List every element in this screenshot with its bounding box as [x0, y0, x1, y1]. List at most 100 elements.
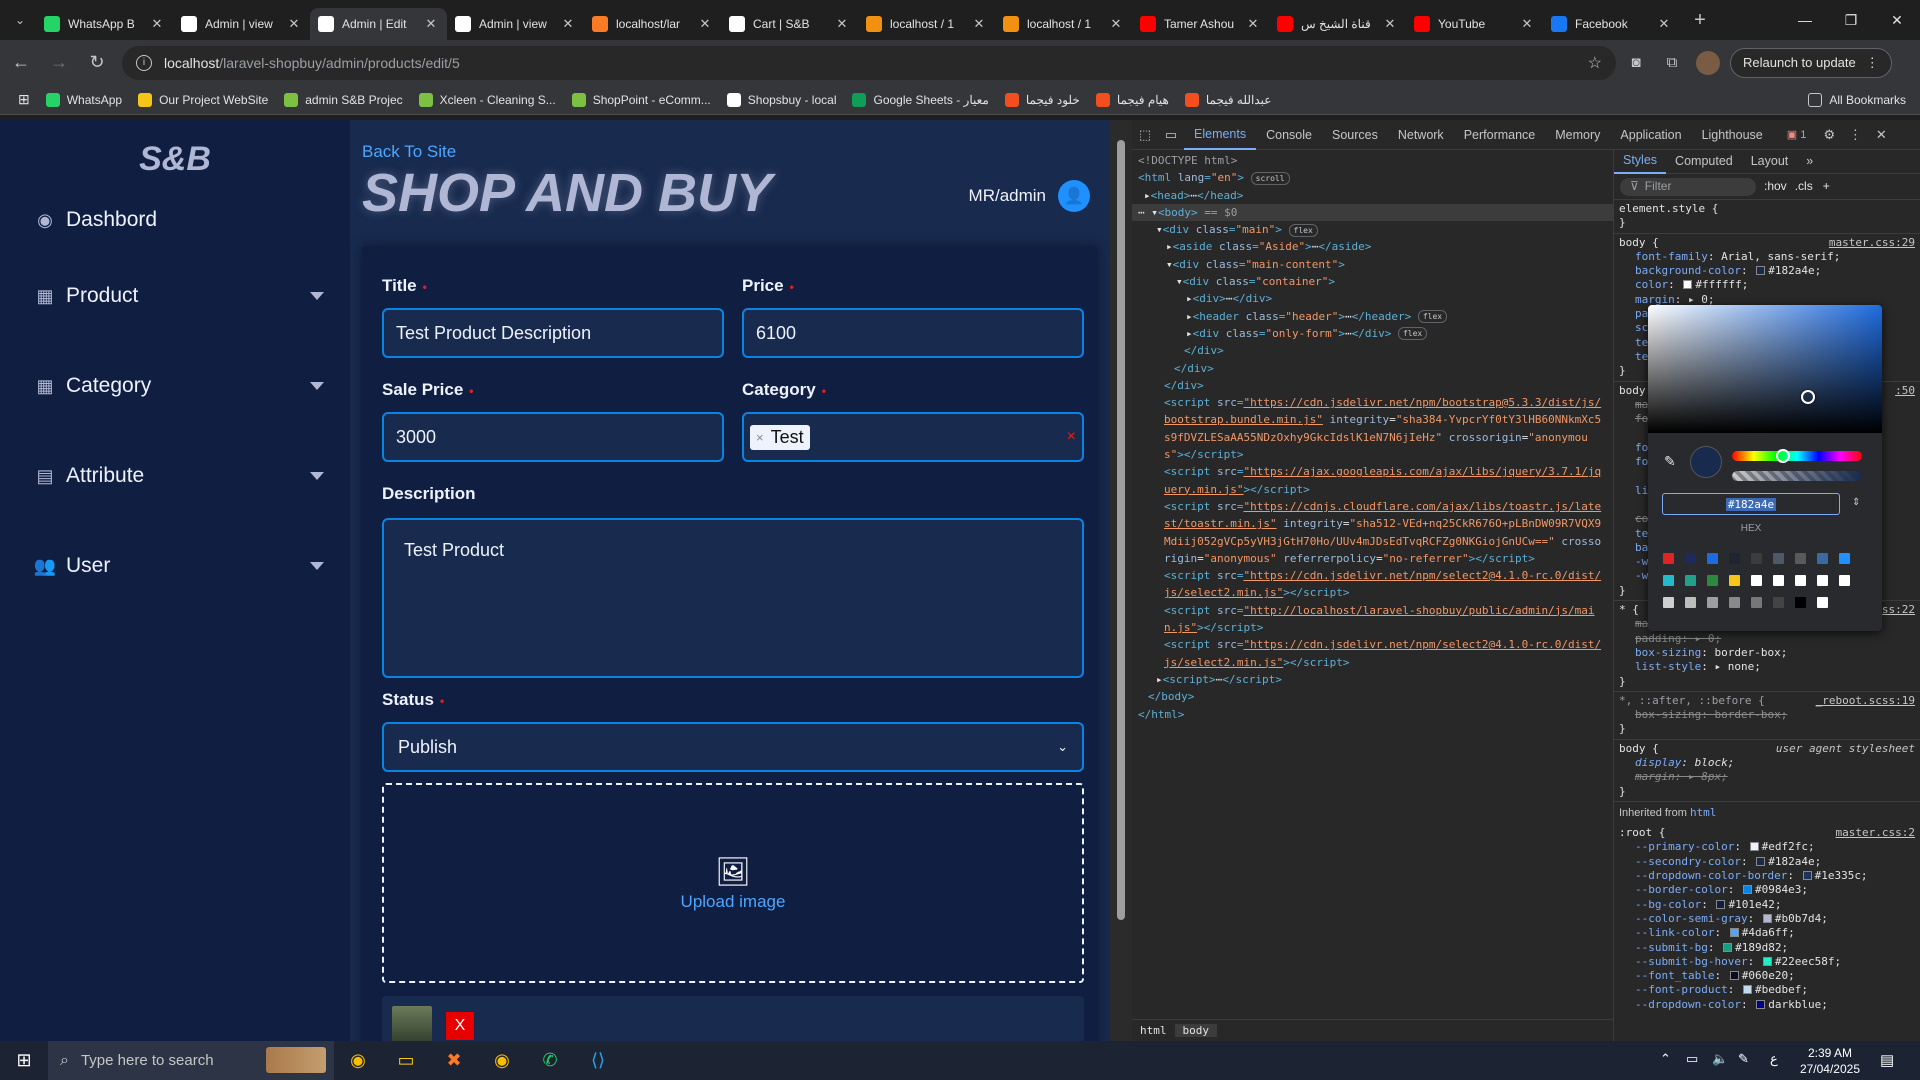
browser-tab[interactable]: قناة الشيخ س ✕	[1269, 8, 1406, 40]
dom-line-selected[interactable]: ⋯ ▾<body> == $0	[1132, 203, 1613, 222]
palette-swatch[interactable]	[1729, 553, 1740, 564]
restore-icon[interactable]: ❐	[1828, 0, 1874, 40]
sidebar-item-category[interactable]: ▦ Category	[34, 374, 324, 398]
close-tab-icon[interactable]: ✕	[971, 16, 987, 32]
breadcrumb-body[interactable]: body	[1174, 1024, 1217, 1037]
close-tab-icon[interactable]: ✕	[560, 16, 576, 32]
dom-line[interactable]: ▸<aside class="Aside">⋯</aside>	[1132, 238, 1613, 255]
profile-avatar[interactable]	[1696, 50, 1720, 75]
devtools-tab-console[interactable]: Console	[1256, 120, 1322, 150]
file-explorer-icon[interactable]: ▭	[382, 1041, 430, 1080]
palette-swatch[interactable]	[1729, 575, 1740, 586]
issues-badge[interactable]: ▣ 1	[1787, 128, 1807, 141]
bookmark-item[interactable]: Google Sheets - معيار	[852, 92, 989, 107]
tray-chevron-icon[interactable]: ⌃	[1660, 1051, 1671, 1067]
palette-swatch[interactable]	[1707, 575, 1718, 586]
dom-line[interactable]: ▸<header class="header">⋯</header> flex	[1132, 308, 1613, 325]
palette-swatch[interactable]	[1773, 575, 1784, 586]
browser-tab[interactable]: Facebook ✕	[1543, 8, 1680, 40]
palette-swatch[interactable]	[1707, 553, 1718, 564]
devtools-tab-network[interactable]: Network	[1388, 120, 1454, 150]
more-tabs-icon[interactable]: »	[1797, 150, 1822, 174]
inspect-element-icon[interactable]: ⬚	[1132, 127, 1158, 143]
dom-line[interactable]: <script src="https://cdn.jsdelivr.net/np…	[1132, 394, 1613, 463]
device-toolbar-icon[interactable]: ▭	[1158, 127, 1184, 143]
input-language[interactable]: ع	[1770, 1051, 1778, 1067]
forward-arrow-icon[interactable]: →	[42, 46, 76, 80]
close-tab-icon[interactable]: ✕	[1382, 16, 1398, 32]
vscode-icon[interactable]: ⟨⟩	[574, 1041, 622, 1080]
xampp-icon[interactable]: ✖	[430, 1041, 478, 1080]
windows-start-icon[interactable]: ⊞	[0, 1041, 48, 1080]
devtools-tab-lighthouse[interactable]: Lighthouse	[1692, 120, 1773, 150]
bookmark-item[interactable]: Our Project WebSite	[138, 92, 268, 107]
browser-tab[interactable]: Admin | Edit ✕	[310, 8, 447, 40]
price-input[interactable]: 6100	[742, 308, 1084, 358]
close-tab-icon[interactable]: ✕	[423, 16, 439, 32]
bookmark-item[interactable]: ShopPoint - eComm...	[571, 92, 711, 107]
sidebar-item-user[interactable]: 👥 User	[34, 554, 324, 578]
saturation-handle[interactable]	[1801, 390, 1815, 404]
tab-search-icon[interactable]: ⌄	[8, 8, 32, 32]
bookmark-item[interactable]: WhatsApp	[45, 92, 122, 107]
palette-swatch[interactable]	[1663, 553, 1674, 564]
close-tab-icon[interactable]: ✕	[1656, 16, 1672, 32]
bookmark-item[interactable]: admin S&B Projec	[284, 92, 403, 107]
dom-line[interactable]: </div>	[1132, 377, 1613, 394]
hue-slider[interactable]	[1732, 451, 1862, 461]
title-input[interactable]: Test Product Description	[382, 308, 724, 358]
saturation-area[interactable]	[1648, 305, 1882, 433]
screenshot-icon[interactable]: ◙	[1620, 47, 1652, 79]
dom-line[interactable]: ▾<div class="container">	[1132, 273, 1613, 290]
add-rule-icon[interactable]: +	[1823, 179, 1830, 193]
close-tab-icon[interactable]: ✕	[1108, 16, 1124, 32]
dom-line[interactable]: ▸<div>⋯</div>	[1132, 290, 1613, 307]
scrollbar-thumb[interactable]	[1117, 140, 1125, 920]
devtools-tab-memory[interactable]: Memory	[1545, 120, 1610, 150]
dom-line[interactable]: <!DOCTYPE html>	[1132, 152, 1613, 169]
styles-filter-input[interactable]: ⊽ Filter	[1620, 177, 1756, 196]
dom-line[interactable]: </div>	[1132, 342, 1613, 359]
upload-dropzone[interactable]: 🖼 Upload image	[382, 783, 1084, 983]
chrome-icon[interactable]: ◉	[334, 1041, 382, 1080]
dom-line[interactable]: ▸<div class="only-form">⋯</div> flex	[1132, 325, 1613, 342]
back-to-site-link[interactable]: Back To Site	[362, 142, 456, 162]
all-bookmarks[interactable]: All Bookmarks	[1808, 92, 1906, 107]
dom-line[interactable]: <script src="https://ajax.googleapis.com…	[1132, 463, 1613, 498]
cls-toggle[interactable]: .cls	[1795, 179, 1813, 193]
palette-swatch[interactable]	[1773, 553, 1784, 564]
palette-swatch[interactable]	[1663, 575, 1674, 586]
apps-grid-icon[interactable]: ⊞	[18, 91, 30, 108]
palette-swatch[interactable]	[1751, 575, 1762, 586]
chrome-icon[interactable]: ◉	[478, 1041, 526, 1080]
dom-line[interactable]: <html lang="en"> scroll	[1132, 169, 1613, 186]
minimize-icon[interactable]: —	[1782, 0, 1828, 40]
bookmark-item[interactable]: Shopsbuy - local	[726, 92, 836, 107]
sidebar-item-attribute[interactable]: ▤ Attribute	[34, 464, 324, 488]
dom-line[interactable]: ▾<div class="main-content">	[1132, 256, 1613, 273]
close-devtools-icon[interactable]: ✕	[1868, 127, 1894, 143]
address-bar[interactable]: i localhost/laravel-shopbuy/admin/produc…	[122, 45, 1616, 80]
dom-line[interactable]: </div>	[1132, 360, 1613, 377]
whatsapp-icon[interactable]: ✆	[526, 1041, 574, 1080]
devtools-tab-sources[interactable]: Sources	[1322, 120, 1388, 150]
dom-line[interactable]: </body>	[1132, 688, 1613, 705]
palette-swatch[interactable]	[1685, 553, 1696, 564]
palette-swatch[interactable]	[1663, 597, 1674, 608]
palette-swatch[interactable]	[1685, 597, 1696, 608]
tab-styles[interactable]: Styles	[1614, 150, 1667, 174]
palette-swatch[interactable]	[1685, 575, 1696, 586]
hov-toggle[interactable]: :hov	[1764, 179, 1787, 193]
new-tab-button[interactable]: +	[1686, 6, 1714, 34]
relaunch-button[interactable]: Relaunch to update ⋮	[1730, 47, 1892, 78]
browser-tab[interactable]: WhatsApp B ✕	[36, 8, 173, 40]
palette-swatch[interactable]	[1707, 597, 1718, 608]
settings-gear-icon[interactable]: ⚙	[1816, 127, 1842, 143]
sidebar-item-dashboard[interactable]: ◉ Dashbord	[34, 208, 324, 232]
hex-input[interactable]: #182a4e	[1662, 493, 1840, 515]
devtools-tab-application[interactable]: Application	[1610, 120, 1691, 150]
browser-tab[interactable]: Admin | view ✕	[447, 8, 584, 40]
palette-swatch[interactable]	[1795, 553, 1806, 564]
hue-handle[interactable]	[1776, 449, 1790, 463]
description-textarea[interactable]: Test Product	[382, 518, 1084, 678]
